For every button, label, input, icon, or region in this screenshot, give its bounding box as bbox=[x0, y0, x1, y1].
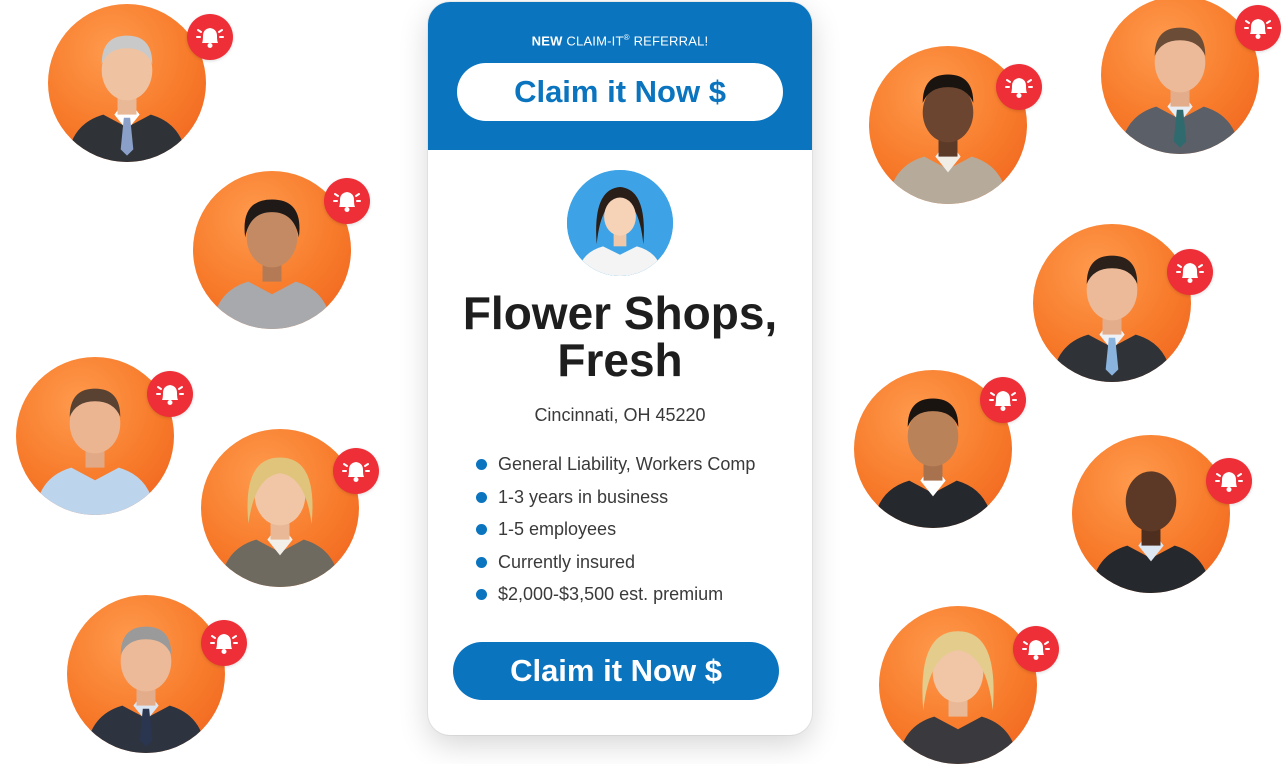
bell-alert-icon bbox=[1206, 458, 1252, 504]
bell-alert-icon bbox=[201, 620, 247, 666]
registered-mark: ® bbox=[623, 33, 630, 42]
avatar bbox=[1033, 224, 1191, 382]
referral-card: NEW CLAIM-IT® REFERRAL! Claim it Now $ F… bbox=[428, 2, 812, 735]
referral-avatar-3 bbox=[16, 357, 193, 515]
referral-avatar-4 bbox=[201, 429, 379, 587]
bell-alert-icon bbox=[1167, 249, 1213, 295]
bell-alert-icon bbox=[187, 14, 233, 60]
referral-avatar-2 bbox=[193, 171, 370, 329]
referral-avatar-8 bbox=[1033, 224, 1213, 382]
listing-title-line-2: Fresh bbox=[557, 334, 683, 386]
feature-item: Currently insured bbox=[476, 550, 755, 583]
claim-it-now-button-top[interactable]: Claim it Now $ bbox=[457, 63, 783, 121]
header-eyebrow: NEW CLAIM-IT® REFERRAL! bbox=[428, 33, 812, 48]
claim-it-now-button-bottom[interactable]: Claim it Now $ bbox=[453, 642, 779, 700]
listing-avatar bbox=[567, 170, 673, 276]
feature-item: General Liability, Workers Comp bbox=[476, 452, 755, 485]
feature-item: 1-5 employees bbox=[476, 517, 755, 550]
referral-avatar-7 bbox=[1101, 0, 1281, 154]
referral-avatar-6 bbox=[869, 46, 1042, 204]
bell-alert-icon bbox=[980, 377, 1026, 423]
bell-alert-icon bbox=[996, 64, 1042, 110]
referral-avatar-11 bbox=[879, 606, 1059, 764]
bell-alert-icon bbox=[1235, 5, 1281, 51]
referral-avatar-5 bbox=[67, 595, 247, 753]
eyebrow-suffix: REFERRAL! bbox=[633, 33, 709, 49]
avatar bbox=[67, 595, 225, 753]
bell-alert-icon bbox=[333, 448, 379, 494]
bell-alert-icon bbox=[1013, 626, 1059, 672]
feature-item: $2,000-$3,500 est. premium bbox=[476, 582, 755, 615]
feature-list: General Liability, Workers Comp 1-3 year… bbox=[476, 452, 755, 615]
listing-title: Flower Shops, Fresh bbox=[428, 290, 812, 384]
eyebrow-brand: CLAIM-IT bbox=[566, 33, 624, 49]
listing-title-line-1: Flower Shops, bbox=[462, 287, 778, 339]
eyebrow-new: NEW bbox=[531, 33, 563, 49]
listing-location: Cincinnati, OH 45220 bbox=[534, 405, 706, 425]
referral-avatar-10 bbox=[1072, 435, 1252, 593]
bell-alert-icon bbox=[324, 178, 370, 224]
feature-item: 1-3 years in business bbox=[476, 485, 755, 518]
card-header: NEW CLAIM-IT® REFERRAL! Claim it Now $ bbox=[428, 2, 812, 150]
avatar bbox=[48, 4, 206, 162]
referral-avatar-9 bbox=[854, 370, 1026, 528]
bell-alert-icon bbox=[147, 371, 193, 417]
referral-avatar-1 bbox=[48, 4, 233, 162]
